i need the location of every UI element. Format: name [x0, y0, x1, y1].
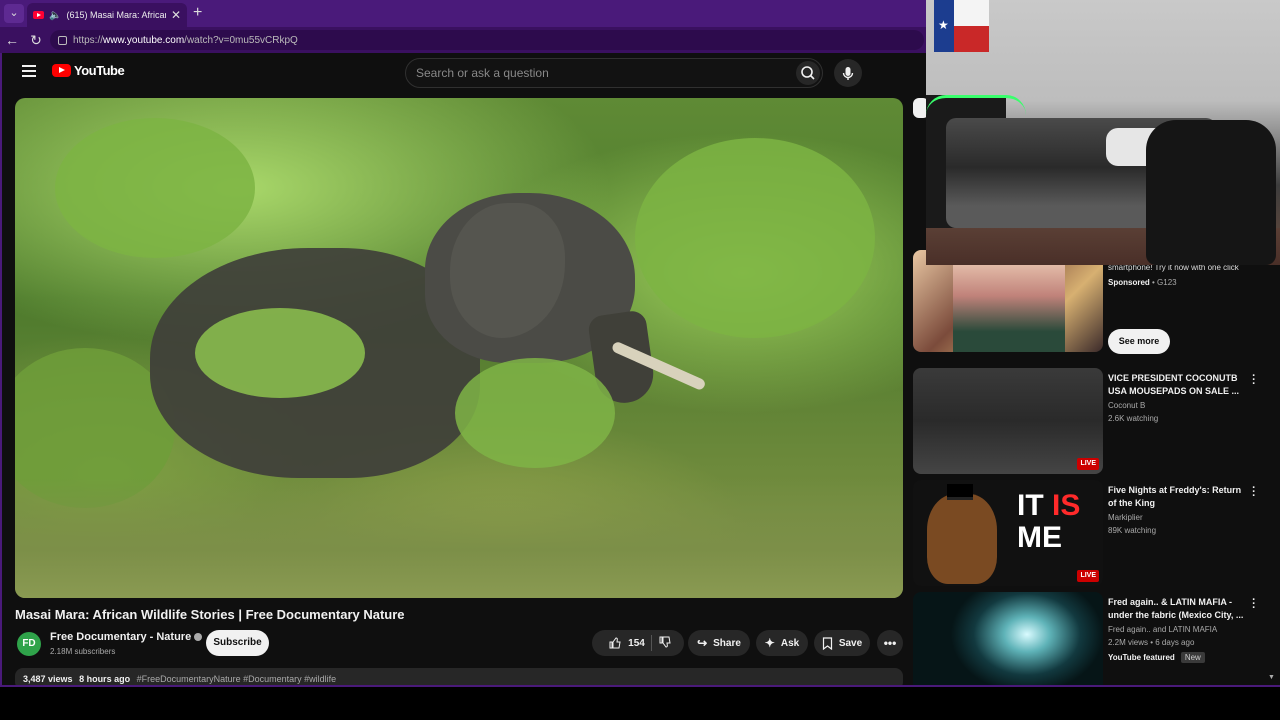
like-button[interactable]: 154: [608, 636, 645, 650]
search-input[interactable]: [416, 66, 786, 80]
recommendation-item[interactable]: LIVE VICE PRESIDENT COCONUTB USA MOUSEPA…: [913, 368, 1280, 474]
ad-artwork: [953, 250, 1065, 352]
browser-tab[interactable]: 🔈 (615) Masai Mara: African Wi ✕: [27, 3, 187, 27]
grass: [15, 478, 903, 598]
view-count: 3,487 views: [23, 674, 73, 684]
plus-icon[interactable]: +: [193, 4, 202, 22]
webcam-overlay: ★: [926, 0, 1280, 265]
more-vertical-icon[interactable]: · · ·: [1249, 595, 1259, 614]
live-badge: LIVE: [1077, 570, 1099, 582]
search-button[interactable]: [796, 61, 820, 85]
back-icon[interactable]: ←: [0, 32, 24, 48]
url-field[interactable]: https://www.youtube.com/watch?v=0mu55vCR…: [50, 30, 924, 50]
search-icon: [801, 66, 815, 80]
hashtags[interactable]: #FreeDocumentaryNature #Documentary #wil…: [137, 674, 337, 684]
like-count: 154: [628, 637, 645, 649]
recommendation-item[interactable]: IT IS ME LIVE Five Nights at Freddy's: Re…: [913, 480, 1280, 586]
video-thumbnail[interactable]: [913, 592, 1103, 685]
bookmark-icon: [822, 636, 832, 650]
browser-tab-bar: ⌄ 🔈 (615) Masai Mara: African Wi ✕ +: [0, 0, 926, 27]
featured-label: YouTube featured New: [1108, 652, 1205, 663]
save-label: Save: [838, 637, 863, 649]
hat-image: [947, 484, 973, 500]
recommendation-title[interactable]: Five Nights at Freddy's: Return of the K…: [1108, 484, 1248, 510]
video-owner-row: FD Free Documentary - Nature 2.18M subsc…: [15, 630, 905, 664]
foliage: [455, 358, 615, 468]
ad-sponsored-line: Sponsored • G123: [1108, 278, 1177, 287]
gaming-chair: [1146, 120, 1276, 265]
share-button[interactable]: ↪ Share: [688, 630, 750, 656]
thumbs-down-icon: [659, 636, 671, 648]
recommendation-channel[interactable]: Markiplier: [1108, 513, 1143, 522]
like-dislike-group: 154: [592, 630, 684, 656]
channel-avatar[interactable]: FD: [17, 632, 41, 656]
recommendation-item[interactable]: Fred again.. & LATIN MAFIA - under the f…: [913, 592, 1280, 685]
more-horizontal-icon: •••: [883, 636, 897, 650]
youtube-logo[interactable]: YouTube: [52, 63, 125, 78]
description-box[interactable]: 3,487 views 8 hours ago #FreeDocumentary…: [15, 668, 903, 685]
recommendation-meta: 2.6K watching: [1108, 414, 1159, 423]
more-actions-button[interactable]: •••: [877, 630, 903, 656]
thumbs-up-icon: [609, 637, 621, 649]
see-more-button[interactable]: See more: [1108, 329, 1170, 354]
recommendation-meta: 2.2M views • 6 days ago: [1108, 638, 1195, 647]
youtube-favicon-icon: [33, 11, 44, 19]
ask-label: Ask: [780, 637, 800, 649]
recommendation-channel[interactable]: Fred again.. and LATIN MAFIA: [1108, 625, 1217, 634]
video-player[interactable]: [15, 98, 903, 598]
video-title: Masai Mara: African Wildlife Stories | F…: [15, 607, 405, 622]
save-button[interactable]: Save: [814, 630, 870, 656]
recommendation-meta: 89K watching: [1108, 526, 1157, 535]
mic-icon: [842, 67, 854, 80]
recommendation-title[interactable]: VICE PRESIDENT COCONUTB USA MOUSEPADS ON…: [1108, 372, 1248, 398]
recommendation-title[interactable]: Fred again.. & LATIN MAFIA - under the f…: [1108, 596, 1248, 622]
share-icon: ↪: [697, 636, 708, 650]
live-badge: LIVE: [1077, 458, 1099, 470]
foliage: [55, 118, 255, 258]
more-vertical-icon[interactable]: · · ·: [1249, 371, 1259, 390]
subscribe-button[interactable]: Subscribe: [206, 630, 269, 656]
freddy-image: [927, 494, 997, 584]
subscriber-count: 2.18M subscribers: [50, 647, 116, 656]
address-bar-row: ← ↻ https://www.youtube.com/watch?v=0mu5…: [0, 27, 926, 53]
voice-search-button[interactable]: [834, 59, 862, 87]
youtube-logo-icon: [52, 64, 71, 77]
thumbnail-text: IT IS ME: [1017, 489, 1081, 554]
video-thumbnail[interactable]: IT IS ME LIVE: [913, 480, 1103, 586]
foliage: [635, 138, 875, 338]
speaker-icon[interactable]: 🔈: [49, 10, 61, 21]
new-badge: New: [1180, 652, 1205, 663]
sparkle-icon: ✦: [764, 636, 775, 650]
youtube-logo-text: YouTube: [74, 63, 125, 78]
tab-menu-icon[interactable]: ⌄: [4, 4, 24, 23]
tab-title: (615) Masai Mara: African Wi: [66, 10, 165, 20]
reload-icon[interactable]: ↻: [24, 32, 48, 49]
recommendation-channel[interactable]: Coconut B: [1108, 401, 1145, 410]
channel-name[interactable]: Free Documentary - Nature: [50, 631, 203, 643]
ad-thumbnail[interactable]: [913, 250, 1103, 352]
verified-icon: [194, 633, 203, 642]
sponsored-card[interactable]: Of course, you can play with your smartp…: [913, 250, 1273, 354]
scroll-down-arrow-icon[interactable]: ▼: [1268, 674, 1278, 682]
url-text: https://www.youtube.com/watch?v=0mu55vCR…: [73, 34, 298, 46]
masthead: YouTube: [4, 53, 928, 91]
dislike-button[interactable]: [658, 635, 672, 652]
menu-icon[interactable]: [22, 65, 36, 80]
more-vertical-icon[interactable]: · · ·: [1249, 483, 1259, 502]
site-info-icon[interactable]: [58, 35, 67, 45]
search-box: [405, 58, 823, 88]
ask-button[interactable]: ✦ Ask: [756, 630, 808, 656]
foliage: [195, 308, 365, 398]
upload-age: 8 hours ago: [79, 674, 131, 684]
share-label: Share: [713, 637, 741, 649]
video-thumbnail[interactable]: LIVE: [913, 368, 1103, 474]
close-icon[interactable]: ✕: [171, 8, 181, 22]
texas-flag: ★: [934, 0, 989, 52]
divider: [650, 635, 652, 651]
